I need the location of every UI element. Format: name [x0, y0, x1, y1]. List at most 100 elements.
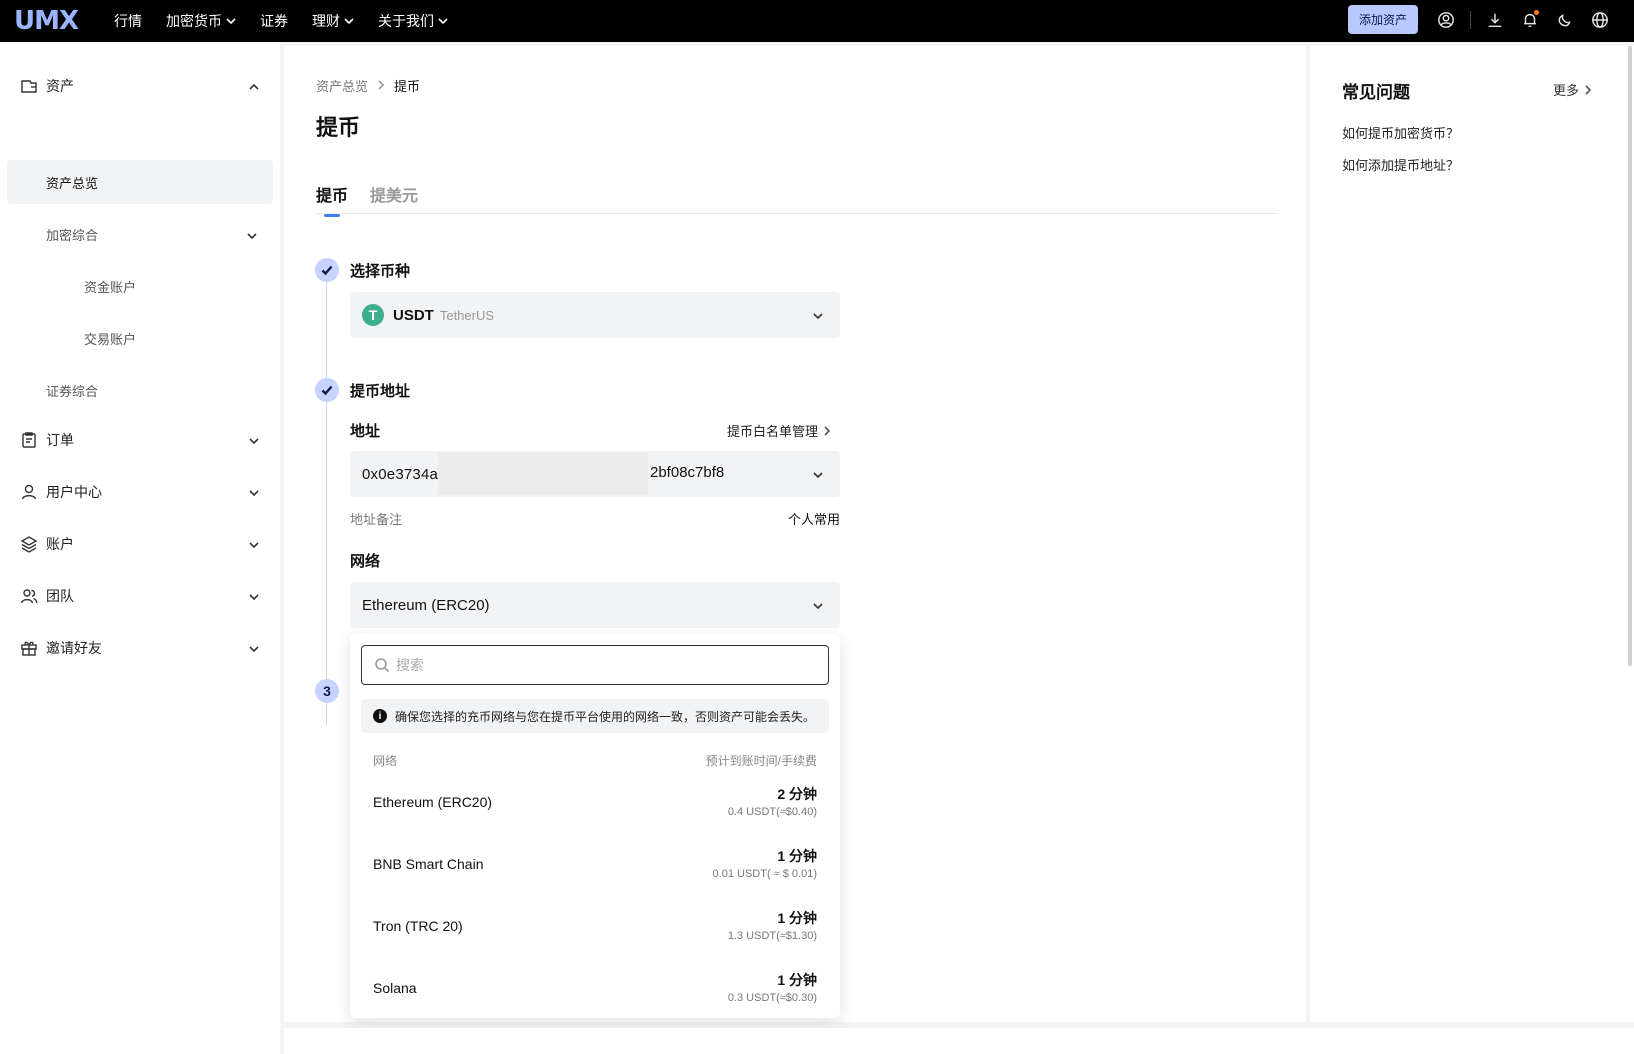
network-option-time: 1 分钟	[777, 972, 817, 988]
step-connector-line	[326, 270, 327, 725]
check-icon	[321, 385, 333, 396]
column-header-network: 网络	[373, 754, 398, 768]
network-label: 网络	[350, 553, 381, 570]
faq-panel: 常见问题 更多 如何提币加密货币？ 如何添加提币地址？	[1310, 46, 1634, 1022]
globe-icon[interactable]	[1589, 9, 1611, 31]
faq-title: 常见问题	[1342, 83, 1410, 102]
address-redaction	[438, 453, 648, 495]
chevron-down-icon	[812, 599, 824, 611]
network-option-fee: 0.3 USDT(≈$0.30)	[727, 992, 817, 1004]
step-2-title: 提币地址	[350, 383, 411, 400]
nav-market[interactable]: 行情	[114, 11, 142, 31]
chevron-down-icon	[246, 229, 258, 241]
chevron-right-icon	[1585, 84, 1592, 95]
network-option-tron[interactable]: Tron (TRC 20) 1 分钟 1.3 USDT(≈$1.30)	[350, 898, 840, 958]
sidebar-group-account[interactable]: 账户	[20, 532, 260, 556]
network-dropdown: i 确保您选择的充币网络与您在提币平台使用的网络一致，否则资产可能会丢失。 网络…	[350, 634, 840, 1018]
step-1-title: 选择币种	[350, 263, 411, 280]
nav-securities-label: 证券	[260, 13, 288, 29]
network-option-name: Ethereum (ERC20)	[373, 794, 493, 810]
faq-more-label: 更多	[1553, 83, 1580, 98]
tab-withdraw-usd[interactable]: 提美元	[370, 182, 418, 206]
sidebar-group-label: 资产	[46, 78, 74, 94]
nav-crypto-label: 加密货币	[166, 13, 222, 29]
network-selected-value: Ethereum (ERC20)	[362, 596, 490, 614]
nav-crypto[interactable]: 加密货币	[166, 11, 236, 31]
user-icon	[20, 483, 38, 501]
address-select[interactable]: 0x0e3734a 2bf08c7bf8	[350, 451, 840, 497]
top-nav-menu: 行情 加密货币 证券 理财 关于我们	[114, 0, 448, 42]
page-scrollbar[interactable]	[1628, 46, 1632, 666]
warning-text: 确保您选择的充币网络与您在提币平台使用的网络一致，否则资产可能会丢失。	[395, 709, 816, 724]
sidebar-group-orders[interactable]: 订单	[20, 428, 260, 452]
sidebar-item-trading[interactable]: 交易账户	[84, 329, 136, 348]
address-value-start: 0x0e3734a	[362, 465, 439, 483]
sidebar-group-assets[interactable]: 资产	[20, 74, 260, 98]
sidebar-item-overview[interactable]: 资产总览	[46, 173, 98, 192]
whitelist-manage-link[interactable]: 提币白名单管理	[727, 421, 832, 440]
clipboard-icon	[20, 431, 38, 449]
umx-logo[interactable]: UMX	[14, 6, 86, 36]
tether-icon: T	[362, 304, 384, 326]
breadcrumb-parent[interactable]: 资产总览	[316, 76, 368, 95]
network-option-time: 1 分钟	[777, 910, 817, 926]
network-option-fee: 1.3 USDT(≈$1.30)	[727, 930, 817, 942]
user-circle-icon[interactable]	[1435, 9, 1457, 31]
sidebar-group-invite[interactable]: 邀请好友	[20, 636, 260, 660]
main-panel: 资产总览 提币 提币 提币 提美元 选择币种 T USDT TetherUS 提…	[284, 46, 1306, 1022]
network-search-input[interactable]	[396, 657, 816, 673]
page-title: 提币	[316, 115, 361, 140]
network-option-name: BNB Smart Chain	[373, 856, 484, 872]
team-icon	[20, 587, 38, 605]
chevron-right-icon	[376, 78, 386, 93]
network-option-bnb[interactable]: BNB Smart Chain 1 分钟 0.01 USDT( ≈ $ 0.01…	[350, 836, 840, 896]
download-icon[interactable]	[1484, 9, 1506, 31]
faq-item-add-address[interactable]: 如何添加提币地址？	[1342, 155, 1459, 174]
sidebar-item-securities[interactable]: 证券综合	[46, 381, 98, 400]
network-option-name: Tron (TRC 20)	[373, 918, 463, 934]
chevron-up-icon	[248, 80, 260, 92]
chevron-down-icon	[812, 468, 824, 480]
column-header-time-fee: 预计到账时间/手续费	[705, 754, 817, 768]
faq-item-withdraw-crypto[interactable]: 如何提币加密货币？	[1342, 123, 1459, 142]
network-option-name: Solana	[373, 980, 417, 996]
breadcrumb: 资产总览 提币	[316, 76, 420, 95]
network-option-fee: 0.01 USDT( ≈ $ 0.01)	[712, 868, 817, 880]
moon-icon[interactable]	[1554, 9, 1576, 31]
wallet-icon	[20, 77, 38, 95]
top-divider	[1470, 11, 1471, 29]
address-memo-value: 个人常用	[788, 512, 841, 527]
top-navigation-bar: UMX 行情 加密货币 证券 理财 关于我们 添加资产	[0, 0, 1634, 42]
network-option-solana[interactable]: Solana 1 分钟 0.3 USDT(≈$0.30)	[350, 960, 840, 1020]
sidebar-item-funding[interactable]: 资金账户	[84, 277, 136, 296]
step-3-number-text: 3	[323, 683, 331, 699]
nav-securities[interactable]: 证券	[260, 11, 288, 31]
sidebar-group-team[interactable]: 团队	[20, 584, 260, 608]
chevron-down-icon	[438, 18, 448, 25]
sidebar: 资产 资产总览 加密综合 资金账户 交易账户 证券综合 订单 用户中心 账户 团…	[0, 42, 280, 1054]
nav-about[interactable]: 关于我们	[378, 11, 448, 31]
nav-wealth[interactable]: 理财	[312, 11, 354, 31]
add-asset-button[interactable]: 添加资产	[1348, 5, 1418, 34]
nav-market-label: 行情	[114, 13, 142, 29]
chevron-down-icon	[248, 642, 260, 654]
network-select[interactable]: Ethereum (ERC20)	[350, 582, 840, 628]
step-1-check	[315, 258, 339, 282]
network-option-ethereum[interactable]: Ethereum (ERC20) 2 分钟 0.4 USDT(≈$0.40)	[350, 774, 840, 834]
chevron-down-icon	[812, 309, 824, 321]
sidebar-group-label: 团队	[46, 588, 74, 604]
network-option-time: 1 分钟	[777, 848, 817, 864]
coin-select[interactable]: T USDT TetherUS	[350, 292, 840, 338]
sidebar-item-crypto[interactable]: 加密综合	[46, 225, 98, 244]
address-value-end: 2bf08c7bf8	[650, 464, 725, 481]
chevron-down-icon	[248, 538, 260, 550]
sidebar-group-label: 订单	[46, 432, 74, 448]
nav-wealth-label: 理财	[312, 13, 340, 29]
chevron-right-icon	[824, 425, 831, 436]
tab-withdraw-crypto[interactable]: 提币	[316, 182, 348, 217]
sidebar-group-user-center[interactable]: 用户中心	[20, 480, 260, 504]
faq-more-link[interactable]: 更多	[1553, 80, 1593, 99]
bell-icon[interactable]	[1519, 9, 1541, 31]
check-icon	[321, 265, 333, 276]
chevron-down-icon	[248, 434, 260, 446]
